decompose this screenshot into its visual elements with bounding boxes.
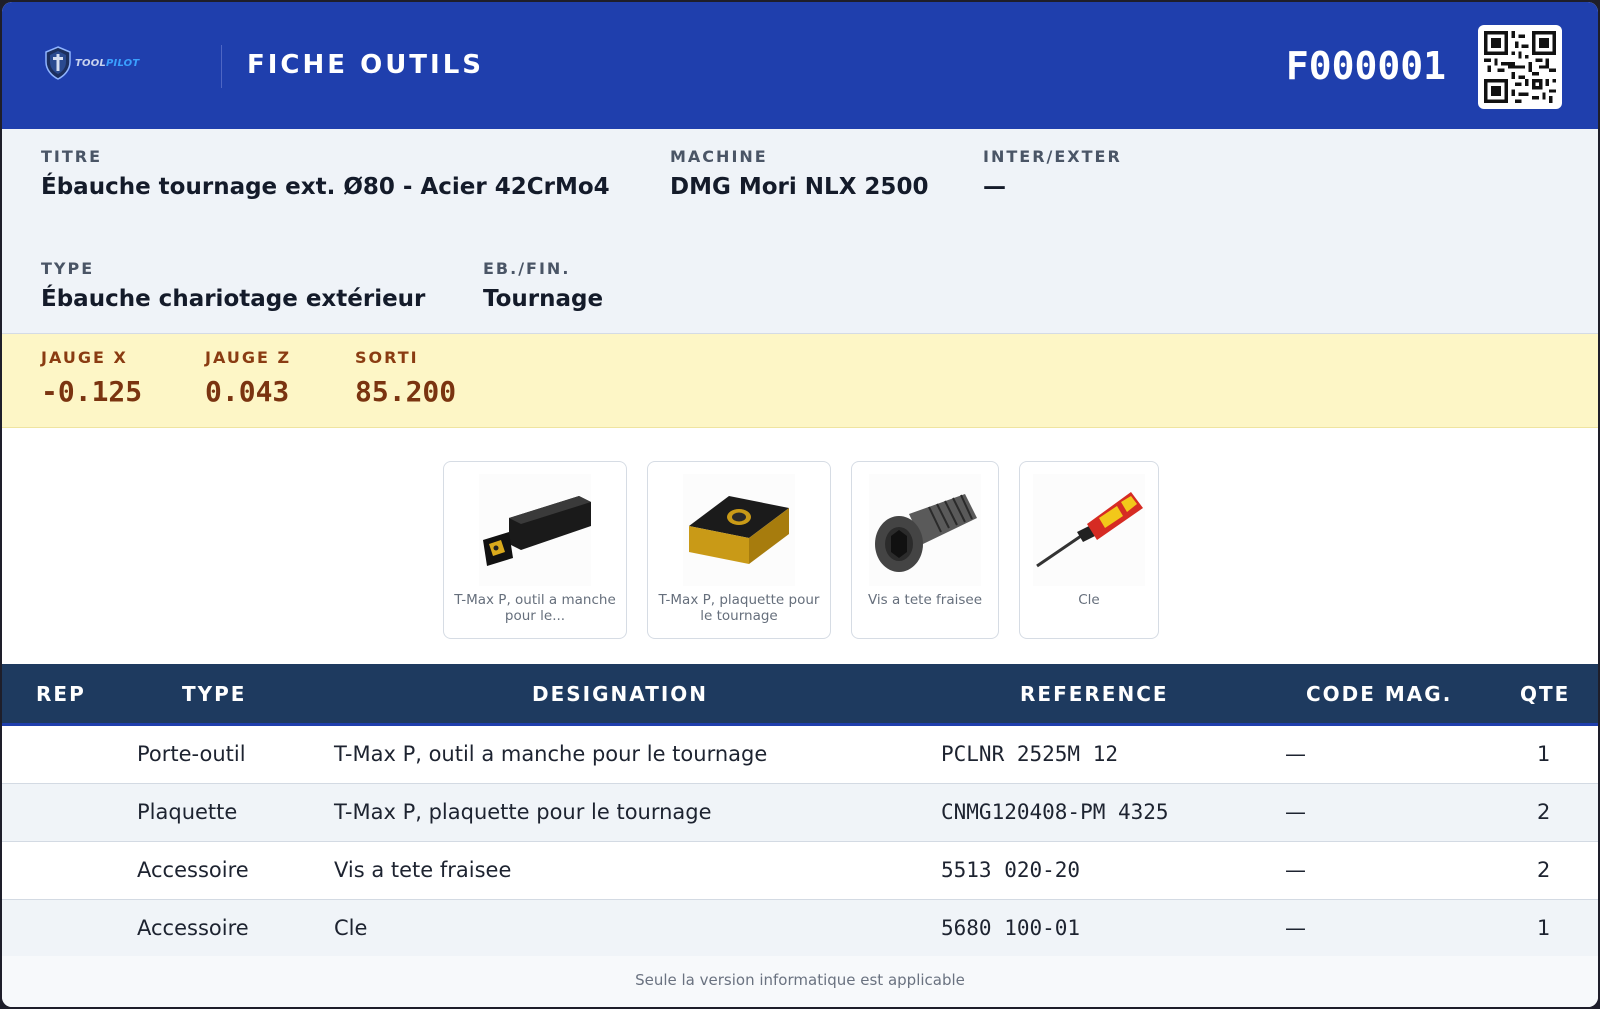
- tool-card-screw[interactable]: Vis a tete fraisee: [851, 461, 999, 639]
- card-label: T-Max P, outil a manche pour le...: [454, 592, 616, 624]
- cell-type: Accessoire: [137, 916, 249, 940]
- cell-designation: T-Max P, outil a manche pour le tournage: [334, 742, 768, 766]
- shield-logo-icon: [45, 46, 71, 80]
- cell-code-mag: —: [1285, 742, 1306, 766]
- eb-fin-value: Tournage: [483, 286, 604, 312]
- card-image: [869, 474, 981, 586]
- field-jauge-z: JAUGE Z 0.043: [205, 348, 291, 408]
- card-image: [683, 474, 795, 586]
- screw-icon: [875, 494, 977, 572]
- type-value: Ébauche chariotage extérieur: [41, 286, 426, 312]
- inter-exter-label: INTER/EXTER: [983, 147, 1122, 166]
- table-row[interactable]: Plaquette T-Max P, plaquette pour le tou…: [2, 784, 1598, 842]
- qr-code-icon: [1484, 31, 1556, 103]
- footer-note: Seule la version informatique est applic…: [2, 956, 1598, 1007]
- logo: TOOLPILOT: [44, 46, 139, 80]
- cell-reference: PCLNR 2525M 12: [941, 742, 1119, 766]
- titre-label: TITRE: [41, 147, 103, 166]
- cell-designation: T-Max P, plaquette pour le tournage: [334, 800, 712, 824]
- col-qte[interactable]: QTE: [1520, 682, 1570, 706]
- titre-value: Ébauche tournage ext. Ø80 - Acier 42CrMo…: [41, 174, 610, 200]
- tool-card-key[interactable]: Cle: [1019, 461, 1159, 639]
- header-divider: [221, 45, 222, 88]
- field-titre: TITRE Ébauche tournage ext. Ø80 - Acier …: [41, 147, 610, 200]
- cell-code-mag: —: [1285, 800, 1306, 824]
- inter-exter-value: —: [983, 174, 1006, 200]
- info-panel: TITRE Ébauche tournage ext. Ø80 - Acier …: [2, 129, 1598, 334]
- card-image: [479, 474, 591, 586]
- cell-type: Porte-outil: [137, 742, 246, 766]
- card-label: Cle: [1078, 592, 1100, 608]
- cell-type: Accessoire: [137, 858, 249, 882]
- jauge-x-label: JAUGE X: [41, 348, 128, 367]
- col-type[interactable]: TYPE: [182, 682, 246, 706]
- tool-card-holder[interactable]: T-Max P, outil a manche pour le...: [443, 461, 627, 639]
- sorti-value: 85.200: [355, 375, 457, 408]
- machine-value: DMG Mori NLX 2500: [670, 174, 929, 200]
- cell-qte: 1: [1537, 742, 1551, 766]
- gauge-panel: JAUGE X -0.125 JAUGE Z 0.043 SORTI 85.20…: [2, 334, 1598, 428]
- insert-icon: [689, 496, 789, 564]
- tool-sheet: TOOLPILOT FICHE OUTILS F000001 TITRE Éba…: [2, 2, 1598, 1007]
- cell-qte: 1: [1537, 916, 1551, 940]
- tool-card-insert[interactable]: T-Max P, plaquette pour le tournage: [647, 461, 831, 639]
- card-label: T-Max P, plaquette pour le tournage: [658, 592, 820, 624]
- cell-qte: 2: [1537, 800, 1551, 824]
- cell-code-mag: —: [1285, 858, 1306, 882]
- field-machine: MACHINE DMG Mori NLX 2500: [670, 147, 928, 200]
- table-row[interactable]: Accessoire Cle 5680 100-01 — 1: [2, 900, 1598, 958]
- card-label: Vis a tete fraisee: [867, 592, 983, 608]
- cell-designation: Cle: [334, 916, 368, 940]
- fiche-id: F000001: [1285, 44, 1446, 88]
- col-reference[interactable]: REFERENCE: [1020, 682, 1169, 706]
- col-rep[interactable]: REP: [36, 682, 86, 706]
- qr-code[interactable]: [1478, 25, 1562, 109]
- table-header: REP TYPE DESIGNATION REFERENCE CODE MAG.…: [2, 664, 1598, 726]
- screwdriver-icon: [1036, 492, 1143, 568]
- cell-code-mag: —: [1285, 916, 1306, 940]
- cell-reference: 5513 020-20: [941, 858, 1081, 882]
- col-code-mag[interactable]: CODE MAG.: [1306, 682, 1452, 706]
- cell-qte: 2: [1537, 858, 1551, 882]
- table-row[interactable]: Porte-outil T-Max P, outil a manche pour…: [2, 726, 1598, 784]
- field-inter-exter: INTER/EXTER —: [983, 147, 1122, 200]
- machine-label: MACHINE: [670, 147, 768, 166]
- jauge-z-label: JAUGE Z: [205, 348, 292, 367]
- logo-text: TOOLPILOT: [75, 57, 140, 69]
- tool-holder-icon: [483, 496, 591, 566]
- card-image: [1033, 474, 1145, 586]
- col-designation[interactable]: DESIGNATION: [532, 682, 708, 706]
- field-sorti: SORTI 85.200: [355, 348, 456, 408]
- sorti-label: SORTI: [355, 348, 419, 367]
- table-row[interactable]: Accessoire Vis a tete fraisee 5513 020-2…: [2, 842, 1598, 900]
- cell-type: Plaquette: [137, 800, 238, 824]
- field-jauge-x: JAUGE X -0.125: [41, 348, 142, 408]
- cell-reference: CNMG120408-PM 4325: [941, 800, 1169, 824]
- field-eb-fin: EB./FIN. Tournage: [483, 259, 603, 312]
- type-label: TYPE: [41, 259, 95, 278]
- field-type: TYPE Ébauche chariotage extérieur: [41, 259, 425, 312]
- cell-reference: 5680 100-01: [941, 916, 1081, 940]
- page-title: FICHE OUTILS: [247, 50, 485, 80]
- cell-designation: Vis a tete fraisee: [334, 858, 512, 882]
- header-bar: TOOLPILOT FICHE OUTILS F000001: [2, 2, 1598, 129]
- jauge-x-value: -0.125: [41, 375, 143, 408]
- eb-fin-label: EB./FIN.: [483, 259, 571, 278]
- jauge-z-value: 0.043: [205, 375, 290, 408]
